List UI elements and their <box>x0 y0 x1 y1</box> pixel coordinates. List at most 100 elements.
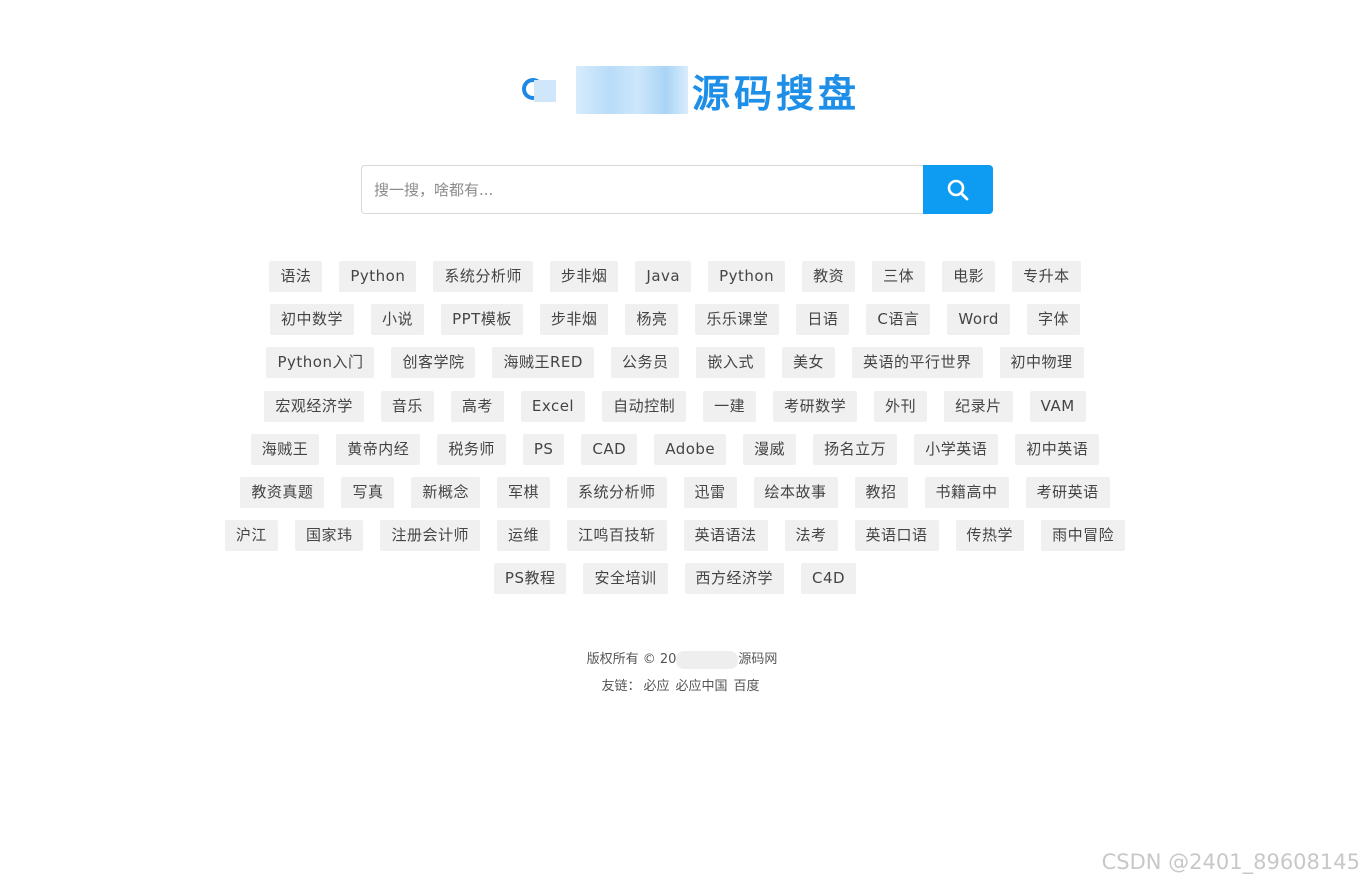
logo-text: 源码搜盘 <box>692 71 861 116</box>
tag-row: 宏观经济学 音乐 高考 Excel 自动控制 一建 考研数学 外刊 纪录片 VAM <box>180 390 1170 422</box>
tag-item[interactable]: 公务员 <box>610 347 680 379</box>
tag-item[interactable]: 嵌入式 <box>696 347 765 379</box>
tag-item[interactable]: 西方经济学 <box>684 563 785 595</box>
tag-row: 海贼王 黄帝内经 税务师 PS CAD Adobe 漫威 扬名立万 小学英语 初中英语 <box>180 433 1170 465</box>
tag-item[interactable]: 系统分析师 <box>433 261 533 292</box>
tag-item[interactable]: 新概念 <box>411 476 480 508</box>
copyright-prefix: 版权所有 © 20 <box>586 652 677 667</box>
tag-row: 初中数学 小说 PPT模板 步非烟 杨亮 乐乐课堂 日语 C语言 Word 字体 <box>180 304 1170 336</box>
watermark: CSDN @2401_89608145 <box>1101 850 1360 874</box>
tag-row: PS教程 安全培训 西方经济学 C4D <box>180 563 1170 595</box>
search-input[interactable] <box>361 165 923 214</box>
search-bar <box>361 165 993 214</box>
tag-item[interactable]: 一建 <box>703 390 757 422</box>
tag-item[interactable]: 英语口语 <box>854 520 939 552</box>
tag-item[interactable]: C4D <box>801 563 857 595</box>
link-bing[interactable]: 必应 <box>643 679 669 694</box>
copyright-redacted <box>676 650 739 669</box>
tag-item[interactable]: CAD <box>581 433 638 465</box>
tag-item[interactable]: 军棋 <box>496 476 550 508</box>
site-logo[interactable]: 源码搜盘 <box>520 62 860 118</box>
link-bing-china[interactable]: 必应中国 <box>676 679 728 694</box>
tag-item[interactable]: 安全培训 <box>583 563 668 595</box>
tag-item[interactable]: 国家玮 <box>294 520 364 552</box>
link-baidu[interactable]: 百度 <box>734 679 760 694</box>
tag-item[interactable]: 沪江 <box>224 520 278 552</box>
tag-item[interactable]: PS教程 <box>493 563 567 595</box>
tag-item[interactable]: 考研英语 <box>1025 476 1110 508</box>
tag-row: 沪江 国家玮 注册会计师 运维 江鸣百技斩 英语语法 法考 英语口语 传热学 雨中冒险 <box>180 520 1170 552</box>
tag-item[interactable]: 字体 <box>1026 304 1080 336</box>
logo-icon <box>520 70 560 110</box>
tag-item[interactable]: 传热学 <box>955 520 1025 552</box>
tag-item[interactable]: 英语语法 <box>683 520 768 552</box>
tag-item[interactable]: Word <box>947 304 1010 336</box>
tag-row: 语法 Python 系统分析师 步非烟 Java Python 教资 三体 电影 专升本 <box>180 261 1170 292</box>
tag-item[interactable]: 音乐 <box>380 390 434 422</box>
page: 源码搜盘 语法Python系统分析师步非烟JavaPython教资三体电影专升本… <box>0 0 1364 882</box>
tag-item[interactable]: 小说 <box>371 304 425 336</box>
tag-item[interactable]: Python入门 <box>266 347 375 379</box>
copyright-suffix: 源码网 <box>738 652 778 667</box>
tag-item[interactable]: Python <box>339 261 417 292</box>
tag-item[interactable]: 英语的平行世界 <box>851 347 983 379</box>
tag-item[interactable]: 运维 <box>496 520 550 552</box>
tag-item[interactable]: 乐乐课堂 <box>695 304 780 336</box>
tag-item[interactable]: 系统分析师 <box>566 476 667 508</box>
tag-item[interactable]: Adobe <box>654 433 727 465</box>
tag-item[interactable]: 日语 <box>796 304 850 336</box>
tag-item[interactable]: VAM <box>1029 390 1086 422</box>
tag-item[interactable]: C语言 <box>866 304 931 336</box>
tag-item[interactable]: 绘本故事 <box>753 476 838 508</box>
tag-item[interactable]: 海贼王RED <box>492 347 594 379</box>
copyright: 版权所有 © 20 源码网 <box>0 646 1364 673</box>
tag-item[interactable]: 黄帝内经 <box>336 433 421 465</box>
tag-item[interactable]: 教招 <box>854 476 908 508</box>
tag-item[interactable]: 专升本 <box>1012 261 1081 292</box>
tag-item[interactable]: 法考 <box>784 520 838 552</box>
tag-item[interactable]: 三体 <box>872 261 926 292</box>
tag-item[interactable]: 语法 <box>269 261 323 292</box>
search-icon <box>947 179 969 200</box>
tag-item[interactable]: 初中物理 <box>999 347 1084 379</box>
tag-item[interactable]: 扬名立万 <box>813 433 898 465</box>
tag-item[interactable]: 江鸣百技斩 <box>566 520 667 552</box>
tag-item[interactable]: 纪录片 <box>944 390 1013 422</box>
tag-item[interactable]: 美女 <box>781 347 835 379</box>
tag-item[interactable]: 电影 <box>942 261 996 292</box>
tag-item[interactable]: 初中英语 <box>1015 433 1100 465</box>
tag-item[interactable]: 海贼王 <box>250 433 320 465</box>
tag-item[interactable]: 注册会计师 <box>380 520 480 552</box>
tag-item[interactable]: Java <box>635 261 692 292</box>
tag-item[interactable]: 考研数学 <box>773 390 858 422</box>
tag-item[interactable]: PPT模板 <box>441 304 523 336</box>
tag-item[interactable]: 步非烟 <box>549 261 619 292</box>
footer: 版权所有 © 20 源码网 友链： 必应 必应中国 百度 <box>0 646 1364 700</box>
tag-item[interactable]: 小学英语 <box>914 433 999 465</box>
friend-links: 友链： 必应 必应中国 百度 <box>0 673 1364 700</box>
tag-item[interactable]: 高考 <box>450 390 504 422</box>
tag-item[interactable]: 初中数学 <box>270 304 355 336</box>
tag-row: Python入门 创客学院 海贼王RED 公务员 嵌入式 美女 英语的平行世界 初中物理 <box>180 347 1170 379</box>
tag-item[interactable]: 教资真题 <box>240 476 325 508</box>
tag-item[interactable]: 步非烟 <box>539 304 609 336</box>
tag-item[interactable]: 自动控制 <box>602 390 687 422</box>
tag-item[interactable]: 写真 <box>341 476 395 508</box>
logo-redacted-text <box>576 66 688 114</box>
tag-item[interactable]: 宏观经济学 <box>264 390 364 422</box>
tag-row: 教资真题 写真 新概念 军棋 系统分析师 迅雷 绘本故事 教招 书籍高中 考研英语 <box>180 476 1170 508</box>
tag-item[interactable]: Excel <box>520 390 586 422</box>
tag-item[interactable]: 创客学院 <box>391 347 476 379</box>
tag-item[interactable]: 税务师 <box>437 433 506 465</box>
tag-item[interactable]: 外刊 <box>874 390 928 422</box>
tag-item[interactable]: 迅雷 <box>683 476 737 508</box>
search-button[interactable] <box>923 165 993 214</box>
tag-item[interactable]: 杨亮 <box>625 304 679 336</box>
tag-item[interactable]: Python <box>708 261 786 292</box>
tag-item[interactable]: 教资 <box>802 261 856 292</box>
tag-item[interactable]: 雨中冒险 <box>1041 520 1126 552</box>
tag-item[interactable]: PS <box>522 433 565 465</box>
tag-item[interactable]: 书籍高中 <box>924 476 1009 508</box>
hot-tags: 语法 Python 系统分析师 步非烟 Java Python 教资 三体 电影 专升本 初中数学小… <box>180 261 1170 607</box>
tag-item[interactable]: 漫威 <box>743 433 797 465</box>
